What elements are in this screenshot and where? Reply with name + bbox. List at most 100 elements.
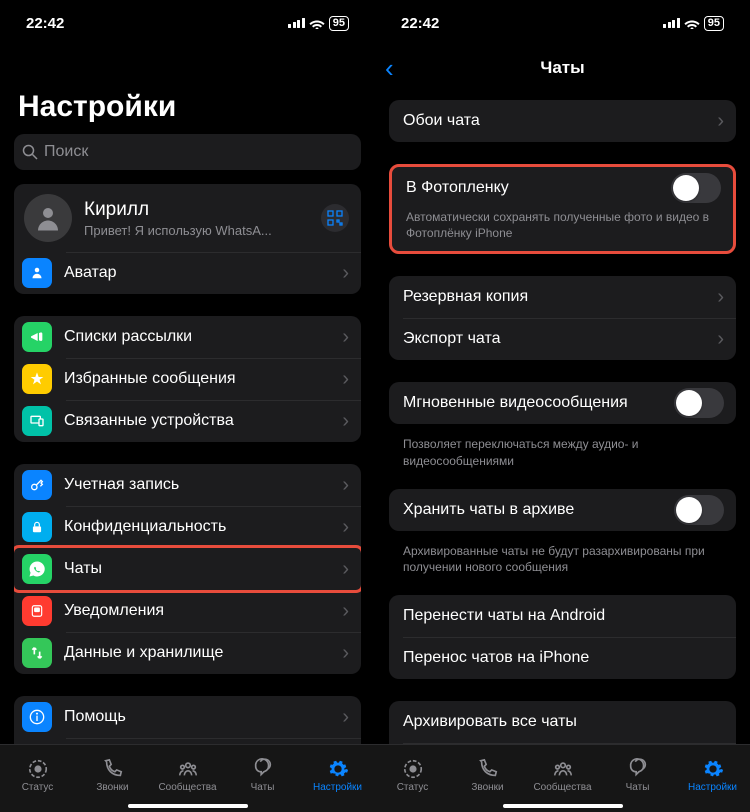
tab-chats[interactable]: Чаты (225, 745, 300, 812)
starred-messages-row[interactable]: Избранные сообщения › (14, 358, 361, 400)
battery-icon: 95 (329, 16, 349, 31)
chevron-right-icon: › (717, 110, 724, 133)
save-camera-roll-row[interactable]: В Фотопленку (392, 167, 733, 209)
chevron-right-icon: › (342, 368, 349, 391)
info-icon (22, 702, 52, 732)
wifi-icon (309, 17, 325, 29)
broadcast-lists-row[interactable]: Списки рассылки › (14, 316, 361, 358)
nav-header: ‹ Чаты (375, 46, 750, 90)
chats-settings-content: Обои чата › В Фотопленку Автоматически с… (375, 90, 750, 744)
wallpaper-card: Обои чата › (389, 100, 736, 142)
tab-calls[interactable]: Звонки (75, 745, 150, 812)
chevron-right-icon: › (342, 410, 349, 433)
instant-video-toggle[interactable] (674, 388, 724, 418)
avatar (24, 194, 72, 242)
chevron-right-icon: › (342, 474, 349, 497)
search-input[interactable]: Поиск (14, 134, 361, 170)
avatar-icon (22, 258, 52, 288)
page-title: Настройки (18, 90, 361, 124)
tab-status[interactable]: Статус (375, 745, 450, 812)
battery-icon: 95 (704, 16, 724, 31)
camera-roll-desc: Автоматически сохранять полученные фото … (392, 209, 733, 251)
status-bar: 22:42 95 (0, 0, 375, 46)
profile-name: Кирилл (84, 199, 321, 221)
archive-all-row[interactable]: Архивировать все чаты (389, 701, 736, 743)
tab-bar: Статус Звонки Сообщества Чаты Настройки (375, 744, 750, 812)
megaphone-icon (22, 322, 52, 352)
phone-right: 22:42 95 ‹ Чаты Обои чата › В Фотопленку… (375, 0, 750, 812)
keep-archived-row[interactable]: Хранить чаты в архиве (389, 489, 736, 531)
arrows-icon (22, 638, 52, 668)
privacy-row[interactable]: Конфиденциальность › (14, 506, 361, 548)
camera-roll-card: В Фотопленку Автоматически сохранять пол… (389, 164, 736, 254)
status-bar: 22:42 95 (375, 0, 750, 46)
tab-settings[interactable]: Настройки (675, 745, 750, 812)
storage-row[interactable]: Данные и хранилище › (14, 632, 361, 674)
instant-video-card: Мгновенные видеосообщения (389, 382, 736, 424)
tab-communities[interactable]: Сообщества (150, 745, 225, 812)
instant-video-row[interactable]: Мгновенные видеосообщения (389, 382, 736, 424)
camera-roll-toggle[interactable] (671, 173, 721, 203)
group-2: Учетная запись › Конфиденциальность › Ча… (14, 464, 361, 674)
chevron-right-icon: › (342, 706, 349, 729)
home-indicator (128, 804, 248, 808)
star-icon (22, 364, 52, 394)
settings-content: Настройки Поиск Кирилл Привет! Я использ… (0, 46, 375, 744)
key-icon (22, 470, 52, 500)
chevron-right-icon: › (717, 328, 724, 351)
chevron-right-icon: › (342, 262, 349, 285)
notifications-row[interactable]: Уведомления › (14, 590, 361, 632)
group-3: Помощь › Рассказать другу › (14, 696, 361, 744)
profile-status: Привет! Я использую WhatsA... (84, 223, 321, 238)
backup-card: Резервная копия › Экспорт чата › (389, 276, 736, 360)
status-icon (400, 758, 426, 780)
nav-title: Чаты (540, 58, 584, 78)
cellular-icon (288, 18, 305, 28)
search-icon (22, 144, 38, 160)
communities-icon (175, 758, 201, 780)
help-row[interactable]: Помощь › (14, 696, 361, 738)
chevron-right-icon: › (717, 286, 724, 309)
chats-icon (250, 758, 276, 780)
avatar-row[interactable]: Аватар › (14, 252, 361, 294)
lock-icon (22, 512, 52, 542)
status-icon (25, 758, 51, 780)
move-android-row[interactable]: Перенести чаты на Android (389, 595, 736, 637)
whatsapp-icon (22, 554, 52, 584)
status-time: 22:42 (401, 15, 439, 32)
backup-row[interactable]: Резервная копия › (389, 276, 736, 318)
phone-left: 22:42 95 Настройки Поиск Кирилл Привет! … (0, 0, 375, 812)
chevron-right-icon: › (342, 600, 349, 623)
profile-row[interactable]: Кирилл Привет! Я использую WhatsA... (14, 184, 361, 252)
move-card: Перенести чаты на Android Перенос чатов … (389, 595, 736, 679)
account-row[interactable]: Учетная запись › (14, 464, 361, 506)
cellular-icon (663, 18, 680, 28)
export-chat-row[interactable]: Экспорт чата › (389, 318, 736, 360)
qr-button[interactable] (321, 204, 349, 232)
bell-icon (22, 596, 52, 626)
group-1: Списки рассылки › Избранные сообщения › … (14, 316, 361, 442)
tab-communities[interactable]: Сообщества (525, 745, 600, 812)
profile-card: Кирилл Привет! Я использую WhatsA... Ава… (14, 184, 361, 294)
keep-archived-desc: Архивированные чаты не будут разархивиро… (389, 537, 736, 575)
devices-icon (22, 406, 52, 436)
instant-video-desc: Позволяет переключаться между аудио- и в… (389, 430, 736, 468)
linked-devices-row[interactable]: Связанные устройства › (14, 400, 361, 442)
chats-row[interactable]: Чаты › (14, 548, 361, 590)
wifi-icon (684, 17, 700, 29)
settings-icon (700, 758, 726, 780)
back-button[interactable]: ‹ (385, 55, 394, 81)
tab-bar: Статус Звонки Сообщества Чаты Настройки (0, 744, 375, 812)
tab-calls[interactable]: Звонки (450, 745, 525, 812)
move-iphone-row[interactable]: Перенос чатов на iPhone (389, 637, 736, 679)
chevron-right-icon: › (342, 558, 349, 581)
tab-chats[interactable]: Чаты (600, 745, 675, 812)
keep-archived-toggle[interactable] (674, 495, 724, 525)
tab-status[interactable]: Статус (0, 745, 75, 812)
all-chats-card: Архивировать все чаты Очистить все чаты … (389, 701, 736, 744)
chevron-right-icon: › (342, 516, 349, 539)
status-time: 22:42 (26, 15, 64, 32)
tab-settings[interactable]: Настройки (300, 745, 375, 812)
chats-icon (625, 758, 651, 780)
wallpaper-row[interactable]: Обои чата › (389, 100, 736, 142)
